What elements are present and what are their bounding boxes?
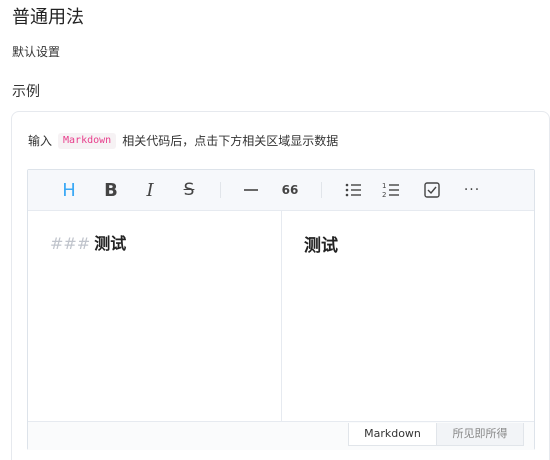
more-button[interactable]: ··· xyxy=(461,180,483,200)
italic-button[interactable]: I xyxy=(139,179,161,201)
bullet-list-icon xyxy=(345,183,361,197)
description-after: 相关代码后，点击下方相关区域显示数据 xyxy=(122,134,339,148)
heading-marker: ### xyxy=(50,234,91,253)
source-text: 测试 xyxy=(94,234,127,253)
description-before: 输入 xyxy=(28,134,53,148)
quote-icon: 66 xyxy=(281,183,299,197)
svg-text:2: 2 xyxy=(382,191,386,199)
demo-card: 输入 Markdown 相关代码后，点击下方相关区域显示数据 H B I S 6… xyxy=(11,111,550,460)
source-line: ### 测试 xyxy=(50,233,126,255)
heading-button[interactable]: H xyxy=(58,179,80,201)
mode-tab-wysiwyg[interactable]: 所见即所得 xyxy=(436,423,524,446)
toolbar-divider xyxy=(321,182,322,198)
preview-heading: 测试 xyxy=(304,236,338,256)
section-title: 示例 xyxy=(12,84,40,100)
preview-pane[interactable]: 测试 xyxy=(282,211,534,421)
heading-icon: H xyxy=(62,179,76,201)
page: 普通用法 默认设置 示例 输入 Markdown 相关代码后，点击下方相关区域显… xyxy=(0,0,550,460)
description: 输入 Markdown 相关代码后，点击下方相关区域显示数据 xyxy=(28,132,338,150)
editor-toolbar: H B I S 66 1 2 ··· xyxy=(28,170,534,211)
quote-button[interactable]: 66 xyxy=(279,180,301,200)
strikethrough-button[interactable]: S xyxy=(178,180,200,200)
source-pane[interactable]: ### 测试 xyxy=(28,211,282,421)
bold-icon: B xyxy=(104,179,118,201)
ordered-list-icon: 1 2 xyxy=(382,182,399,199)
inline-code: Markdown xyxy=(58,133,117,149)
bold-button[interactable]: B xyxy=(100,179,122,201)
mode-switcher: Markdown 所见即所得 xyxy=(28,421,534,450)
horizontal-rule-button[interactable] xyxy=(240,180,262,200)
page-subtitle: 默认设置 xyxy=(12,45,61,59)
checkbox-button[interactable] xyxy=(421,180,443,200)
mode-tab-markdown[interactable]: Markdown xyxy=(348,423,437,446)
markdown-editor: H B I S 66 1 2 ··· ### 测试 测试 Markdown 所见… xyxy=(27,169,535,450)
more-icon: ··· xyxy=(463,182,481,198)
italic-icon: I xyxy=(146,179,154,201)
page-title: 普通用法 xyxy=(12,7,84,28)
strikethrough-icon: S xyxy=(183,180,195,200)
bullet-list-button[interactable] xyxy=(342,180,364,200)
svg-text:1: 1 xyxy=(382,182,386,190)
checkbox-icon xyxy=(424,182,440,198)
toolbar-divider xyxy=(220,182,221,198)
horizontal-rule-icon xyxy=(244,189,258,191)
ordered-list-button[interactable]: 1 2 xyxy=(380,180,402,200)
